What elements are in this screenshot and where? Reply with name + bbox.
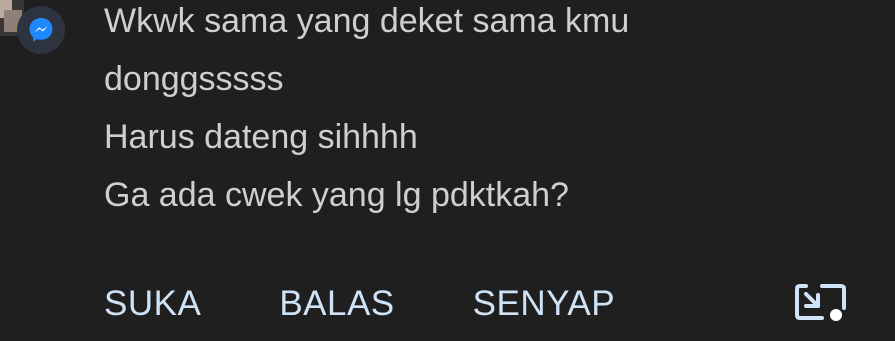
messenger-icon: [29, 18, 53, 42]
notification-actions: SUKA BALAS SENYAP: [104, 276, 615, 332]
picture-in-picture-icon: [795, 284, 846, 321]
message-line: donggsssss: [104, 60, 284, 98]
message-body: Wkwk sama yang deket sama kmu donggsssss…: [104, 0, 804, 224]
sender-avatar-group: [0, 0, 80, 60]
message-line: Ga ada cwek yang lg pdktkah?: [104, 176, 569, 214]
reply-button[interactable]: BALAS: [279, 284, 394, 324]
picture-in-picture-button[interactable]: [792, 278, 848, 326]
like-button[interactable]: SUKA: [104, 284, 201, 324]
mute-button[interactable]: SENYAP: [473, 284, 615, 324]
messenger-badge: [17, 6, 65, 54]
message-line: Wkwk sama yang deket sama kmu: [104, 2, 630, 40]
message-line: Harus dateng sihhhh: [104, 118, 418, 156]
